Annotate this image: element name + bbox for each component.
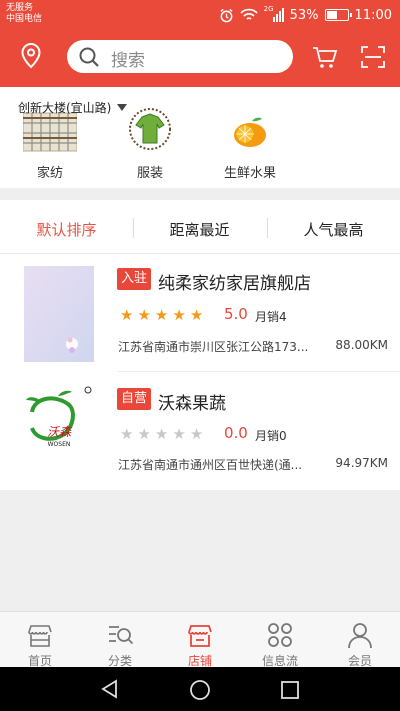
logo-subtext: WOSEN	[48, 441, 71, 448]
scan-icon[interactable]	[361, 46, 385, 72]
location-selector[interactable]: 创新大楼(宜山路)	[18, 99, 128, 116]
sort-nearest[interactable]: 距离最近	[133, 219, 266, 240]
home-store-icon	[28, 625, 52, 647]
battery-percent: 53%	[289, 7, 319, 23]
category-label: 服装	[136, 166, 163, 181]
store-item[interactable]: 沃森 WOSEN 自营 沃森果蔬 ★ ★ ★ ★ ★ 0.0 月销0 江苏省南通…	[0, 372, 400, 490]
sort-popular[interactable]: 人气最高	[267, 219, 400, 240]
fruit-image	[230, 113, 270, 153]
store-tag: 入驻	[117, 268, 152, 290]
category-strip: 家纺 服装 生鲜水果 创新大楼(宜山路)	[0, 87, 400, 188]
battery-icon	[324, 9, 352, 21]
category-search-icon	[109, 626, 134, 645]
store-distance: 88.00KM	[335, 338, 388, 352]
star-icon: ★	[120, 306, 134, 324]
tab-feed[interactable]: 信息流	[240, 612, 320, 668]
store-logo	[24, 266, 94, 362]
star-icon: ★	[154, 425, 169, 443]
header: 搜索	[0, 30, 400, 87]
location-pin-icon[interactable]	[19, 42, 43, 74]
search-placeholder: 搜索	[111, 51, 145, 71]
shop-icon	[188, 625, 212, 647]
search-icon	[78, 46, 100, 72]
back-icon[interactable]	[100, 679, 120, 699]
star-icon: ★	[172, 425, 186, 443]
member-icon	[348, 623, 372, 649]
carrier-line1: 无服务	[6, 3, 34, 13]
carrier-info: 无服务 中国电信	[6, 3, 42, 25]
sort-default[interactable]: 默认排序	[0, 219, 133, 240]
store-address: 江苏省南通市崇川区张江公路173...	[118, 340, 309, 354]
store-name: 纯柔家纺家居旗舰店	[158, 274, 311, 294]
status-icons: 2G 53% 11:00	[219, 5, 392, 24]
store-rating: 0.0	[224, 424, 248, 442]
tab-home[interactable]: 首页	[0, 612, 80, 668]
tab-shop[interactable]: 店铺	[160, 612, 240, 668]
wifi-icon	[240, 8, 258, 22]
category-label: 生鲜水果	[223, 166, 276, 181]
location-label: 创新大楼(宜山路)	[18, 101, 112, 115]
store-item[interactable]: 入驻 纯柔家纺家居旗舰店 ★ ★ ★ ★ ★ 5.0 月销4 江苏省南通市崇川区…	[0, 254, 400, 372]
rating-stars: ★ ★ ★ ★ ★	[120, 307, 203, 323]
battery-fill	[326, 11, 337, 19]
star-icon: ★	[189, 425, 204, 443]
store-address: 江苏省南通市通州区百世快递(通...	[118, 458, 303, 472]
caret-down-icon	[117, 104, 128, 111]
tab-member[interactable]: 会员	[320, 612, 400, 668]
star-icon: ★	[189, 306, 204, 324]
home-textiles-image	[22, 109, 78, 157]
store-sales: 月销0	[255, 429, 287, 443]
star-icon: ★	[120, 425, 134, 443]
recents-icon[interactable]	[280, 680, 300, 700]
system-nav-bar	[0, 667, 400, 711]
logo-text: 沃森	[47, 425, 72, 439]
status-bar: 无服务 中国电信 2G 53% 11:00	[0, 0, 400, 30]
tab-category[interactable]: 分类	[80, 612, 160, 668]
store-name: 沃森果蔬	[158, 394, 226, 414]
search-input[interactable]: 搜索	[67, 40, 293, 73]
star-icon: ★	[137, 306, 151, 324]
store-distance: 94.97KM	[335, 456, 388, 470]
store-sales: 月销4	[255, 310, 287, 324]
bottom-tab-bar: 首页 分类 店铺 信息流 会员	[0, 611, 400, 668]
store-logo: 沃森 WOSEN	[24, 382, 94, 478]
store-rating: 5.0	[224, 305, 248, 323]
rating-stars: ★ ★ ★ ★ ★	[120, 426, 203, 442]
sort-bar: 默认排序 距离最近 人气最高	[0, 200, 400, 254]
alarm-icon	[219, 8, 234, 23]
star-icon: ★	[172, 306, 186, 324]
home-icon[interactable]	[189, 679, 211, 701]
category-label: 家纺	[36, 166, 63, 181]
clothing-image	[128, 107, 172, 155]
feed-icon	[268, 623, 292, 647]
store-tag: 自营	[117, 388, 152, 410]
carrier-line2: 中国电信	[6, 14, 43, 24]
signal-icon: 2G	[264, 5, 284, 23]
cart-icon[interactable]	[312, 46, 338, 74]
clock: 11:00	[354, 7, 392, 23]
star-icon: ★	[154, 306, 169, 324]
star-icon: ★	[137, 425, 151, 443]
